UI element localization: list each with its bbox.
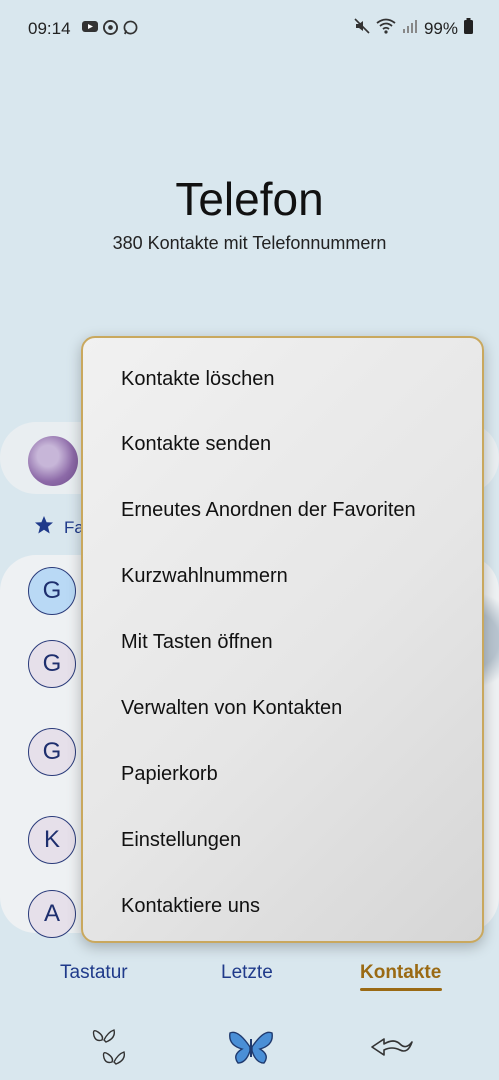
contacts-count: 380 Kontakte mit Telefonnummern (112, 233, 387, 253)
tab-contacts[interactable]: Kontakte (360, 962, 441, 984)
contact-avatar-letter[interactable]: K (28, 816, 76, 864)
menu-item-settings[interactable]: Einstellungen (121, 820, 241, 860)
recents-button-icon[interactable] (86, 1022, 136, 1072)
menu-item-manage-contacts[interactable]: Verwalten von Kontakten (121, 688, 342, 728)
avatar[interactable] (28, 436, 78, 486)
menu-item-trash[interactable]: Papierkorb (121, 754, 218, 794)
contact-avatar-letter[interactable]: G (28, 728, 76, 776)
menu-item-delete-contacts[interactable]: Kontakte löschen (121, 359, 274, 399)
battery-icon (464, 18, 473, 39)
youtube-icon (82, 20, 98, 40)
menu-item-open-with-keys[interactable]: Mit Tasten öffnen (121, 622, 273, 662)
active-tab-indicator (360, 988, 442, 991)
menu-item-share-contacts[interactable]: Kontakte senden (121, 424, 271, 464)
signal-icon (402, 19, 418, 39)
menu-item-contact-us[interactable]: Kontaktiere uns (121, 886, 260, 926)
menu-item-reorder-favorites[interactable]: Erneutes Anordnen der Favoriten (121, 490, 416, 530)
menu-item-speed-dial[interactable]: Kurzwahlnummern (121, 556, 288, 596)
favorites-header[interactable]: Fa (34, 515, 84, 540)
mute-icon (354, 18, 370, 39)
home-butterfly-icon[interactable] (226, 1022, 276, 1072)
status-time: 09:14 (28, 19, 71, 38)
chrome-icon (103, 20, 118, 40)
star-icon (34, 515, 54, 540)
wifi-icon (376, 18, 396, 39)
contact-avatar-letter[interactable]: A (28, 890, 76, 938)
page-title: Telefon (175, 173, 324, 225)
back-arrow-icon[interactable] (366, 1022, 416, 1072)
contact-avatar-letter[interactable]: G (28, 640, 76, 688)
battery-percent: 99% (423, 18, 458, 38)
tab-recents[interactable]: Letzte (221, 962, 273, 984)
tab-keypad[interactable]: Tastatur (60, 962, 128, 984)
whatsapp-icon (123, 20, 138, 40)
overflow-menu: Kontakte löschen Kontakte senden Erneute… (81, 336, 484, 943)
status-bar: 09:14 99% (0, 0, 499, 58)
contact-avatar-letter[interactable]: G (28, 567, 76, 615)
